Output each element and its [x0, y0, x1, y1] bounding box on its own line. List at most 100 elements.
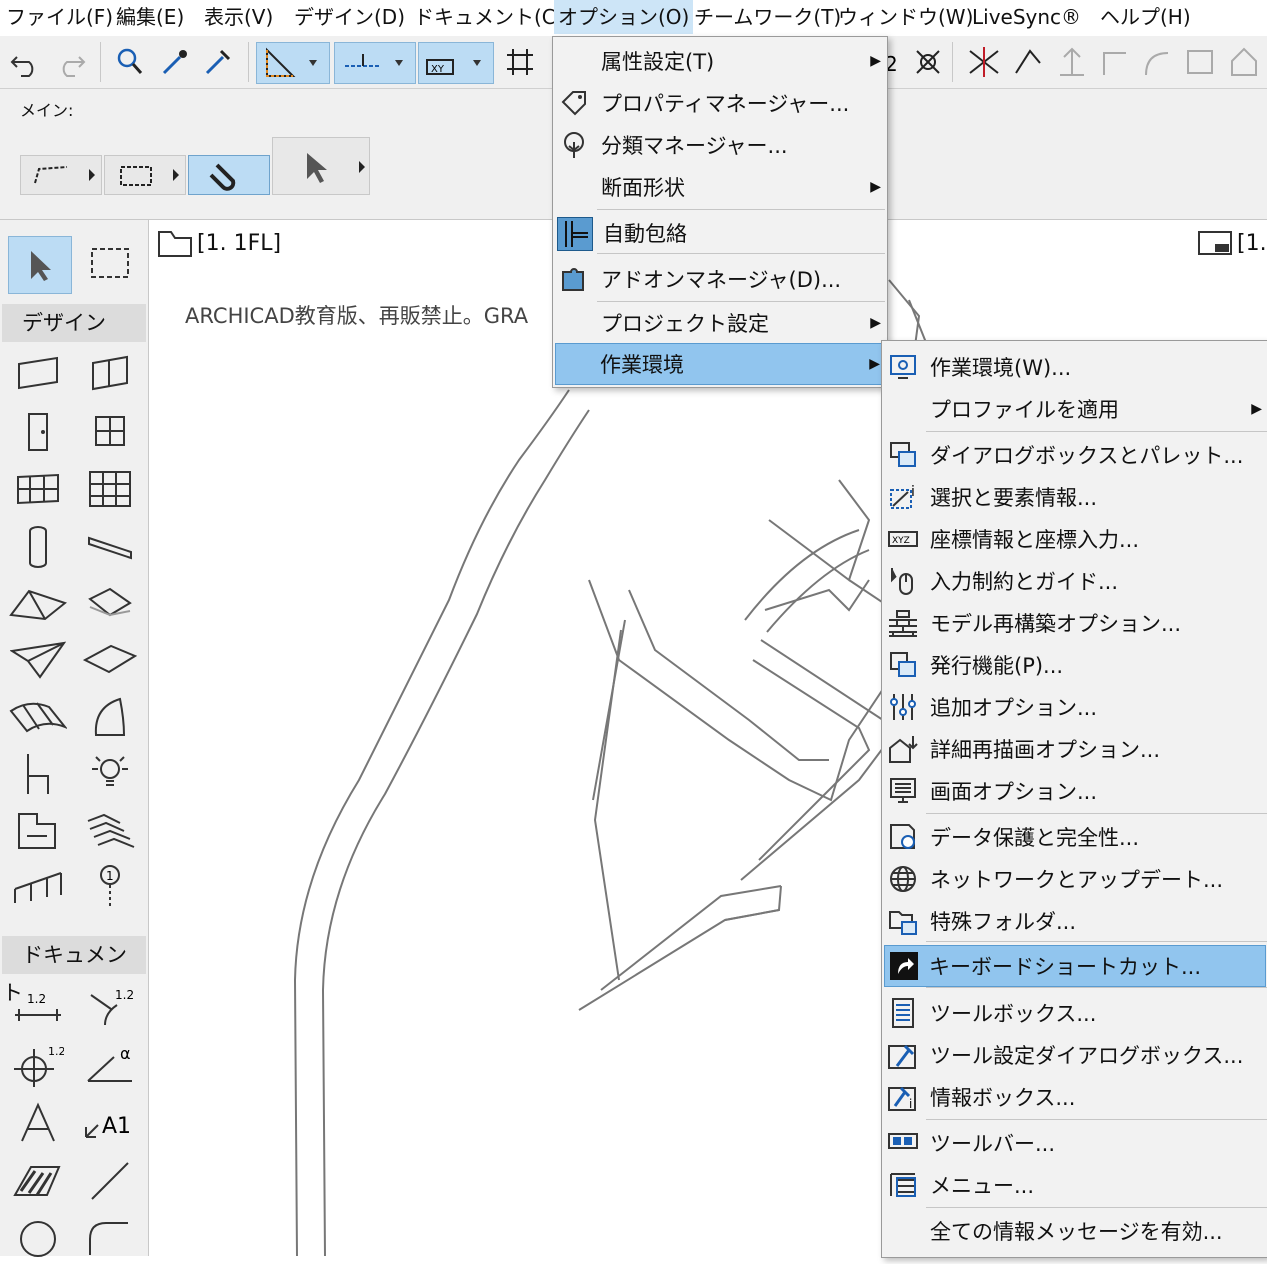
menu-livesync[interactable]: LiveSync® — [968, 0, 1085, 34]
menu-item-special-folders[interactable]: 特殊フォルダ... — [884, 901, 1266, 941]
menu-teamwork[interactable]: チームワーク(T) — [690, 0, 845, 34]
slab-tool[interactable] — [80, 632, 140, 686]
menu-item-keyboard-shortcuts[interactable]: キーボードショートカット... — [884, 945, 1266, 987]
menu-item-project-preferences[interactable]: プロジェクト設定 ▶ — [555, 303, 885, 343]
morph-tool[interactable] — [8, 632, 68, 686]
undo-icon[interactable] — [6, 42, 46, 82]
menu-item-label: 入力制約とガイド... — [930, 570, 1119, 594]
home-shape-icon[interactable] — [1224, 42, 1264, 82]
marquee-tool[interactable] — [80, 236, 140, 290]
grid-element-tool[interactable] — [80, 462, 140, 516]
door-tool[interactable] — [8, 404, 68, 458]
menu-item-info-box[interactable]: i 情報ボックス... — [884, 1077, 1266, 1117]
grid-snap-icon[interactable] — [500, 42, 540, 82]
menu-help[interactable]: ヘルプ(H) — [1096, 0, 1195, 34]
menu-item-label: プロジェクト設定 — [601, 312, 769, 336]
dimension-tool[interactable]: 1.2 — [8, 980, 68, 1034]
fill-tool[interactable] — [8, 1154, 68, 1208]
menu-item-menus[interactable]: メニュー... — [884, 1165, 1266, 1205]
beam-tool[interactable] — [80, 520, 140, 574]
menu-item-tool-settings[interactable]: ツール設定ダイアログボックス... — [884, 1035, 1266, 1075]
wall-tool[interactable] — [8, 346, 68, 400]
offset-icon[interactable] — [1178, 42, 1222, 82]
submenu-arrow-icon: ▶ — [870, 179, 881, 195]
mesh-tool[interactable] — [8, 690, 68, 744]
magnet-snap-button[interactable] — [188, 155, 270, 195]
roof-tool[interactable] — [8, 576, 68, 630]
menu-item-network-update[interactable]: ネットワークとアップデート... — [884, 859, 1266, 899]
elevation-icon[interactable] — [1052, 42, 1092, 82]
marquee-rect-button[interactable] — [104, 155, 186, 195]
intersect-icon[interactable] — [910, 42, 946, 82]
line-tool[interactable] — [80, 1154, 140, 1208]
menu-item-redraw-options[interactable]: 詳細再描画オプション... — [884, 729, 1266, 769]
lamp-tool[interactable] — [80, 746, 140, 800]
window-tool[interactable] — [80, 404, 140, 458]
marquee-polygon-button[interactable] — [20, 155, 102, 195]
text-tool[interactable] — [8, 1096, 68, 1150]
menu-item-label: 画面オプション... — [930, 780, 1098, 804]
radial-dimension-tool[interactable]: 1.2 — [80, 980, 140, 1034]
menu-item-apply-profile[interactable]: プロファイルを適用 ▶ — [884, 389, 1266, 429]
menu-item-attributes[interactable]: 属性設定(T) ▶ — [555, 41, 885, 81]
toolbox-design-header[interactable]: デザイン — [2, 304, 146, 342]
guide-lines-button[interactable] — [256, 42, 330, 84]
menu-item-publishing[interactable]: 発行機能(P)... — [884, 645, 1266, 685]
menu-item-work-env[interactable]: 作業環境(W)... — [884, 347, 1266, 387]
stairs-3d-tool[interactable] — [80, 804, 140, 858]
menu-design[interactable]: デザイン(D) — [290, 0, 409, 34]
level-dimension-tool[interactable]: 1.2 — [8, 1038, 68, 1092]
menu-document[interactable]: ドキュメント(C) — [410, 0, 568, 34]
menu-edit[interactable]: 編集(E) — [112, 0, 188, 34]
menu-view[interactable]: 表示(V) — [200, 0, 277, 34]
submenu-arrow-icon: ▶ — [869, 356, 880, 372]
column-tool[interactable] — [8, 520, 68, 574]
toolbox-document-header[interactable]: ドキュメント — [2, 936, 146, 1005]
menu-item-enable-all-messages[interactable]: 全ての情報メッセージを有効... — [884, 1211, 1266, 1251]
corner-icon[interactable] — [1094, 42, 1134, 82]
sliders-icon — [886, 691, 920, 723]
object-chair-tool[interactable] — [8, 746, 68, 800]
menu-item-dialogs-palettes[interactable]: ダイアログボックスとパレット... — [884, 435, 1266, 475]
stair-tool[interactable] — [8, 804, 68, 858]
syringe-icon[interactable] — [198, 42, 238, 82]
menu-item-selection-info[interactable]: i 選択と要素情報... — [884, 477, 1266, 517]
snap-guides-button[interactable] — [334, 42, 416, 84]
angle-dimension-tool[interactable]: α — [80, 1038, 140, 1092]
shell-tool[interactable] — [80, 576, 140, 630]
menu-item-data-safety[interactable]: データ保護と完全性... — [884, 817, 1266, 857]
trim-icon[interactable] — [1008, 42, 1048, 82]
menu-options[interactable]: オプション(O) — [554, 0, 694, 34]
menu-item-screen-options[interactable]: 画面オプション... — [884, 771, 1266, 811]
menu-file[interactable]: ファイル(F) — [2, 0, 117, 34]
menu-item-addon-manager[interactable]: アドオンマネージャ(D)... — [555, 259, 885, 299]
coordinate-input-button[interactable]: XY — [418, 42, 494, 84]
menu-item-label: 自動包絡 — [603, 222, 687, 246]
menu-item-constraints-guides[interactable]: 入力制約とガイド... — [884, 561, 1266, 601]
menu-window[interactable]: ウィンドウ(W) — [834, 0, 977, 34]
curtain-wall-tool[interactable] — [80, 346, 140, 400]
arrow-tool-button[interactable] — [272, 137, 370, 195]
menu-item-model-rebuild[interactable]: モデル再構築オプション... — [884, 603, 1266, 643]
eyedropper-icon[interactable] — [155, 42, 195, 82]
menu-item-auto-intersect[interactable]: 自動包絡 — [555, 213, 885, 253]
redo-icon[interactable] — [50, 42, 90, 82]
label-tool[interactable]: A1 — [80, 1096, 140, 1150]
railing-tool[interactable] — [8, 860, 68, 914]
curtain-grid-tool[interactable] — [8, 462, 68, 516]
zone-tool[interactable] — [80, 690, 140, 744]
menu-item-more-options[interactable]: 追加オプション... — [884, 687, 1266, 727]
menu-item-toolbars[interactable]: ツールバー... — [884, 1123, 1266, 1163]
split-icon[interactable] — [962, 42, 1006, 82]
menu-item-coordinates[interactable]: XYZ 座標情報と座標入力... — [884, 519, 1266, 559]
menu-item-work-environment[interactable]: 作業環境 ▶ — [555, 343, 885, 385]
submenu-arrow-icon: ▶ — [870, 315, 881, 331]
menu-item-classification-manager[interactable]: 分類マネージャー... — [555, 125, 885, 165]
find-select-icon[interactable] — [110, 42, 150, 82]
fillet-icon[interactable] — [1136, 42, 1176, 82]
menu-item-property-manager[interactable]: プロパティマネージャー... — [555, 83, 885, 123]
arrow-tool[interactable] — [8, 236, 72, 294]
menu-item-toolbox[interactable]: ツールボックス... — [884, 993, 1266, 1033]
grid-bubble-tool[interactable]: 1 — [80, 860, 140, 914]
menu-item-section-profile[interactable]: 断面形状 ▶ — [555, 167, 885, 207]
